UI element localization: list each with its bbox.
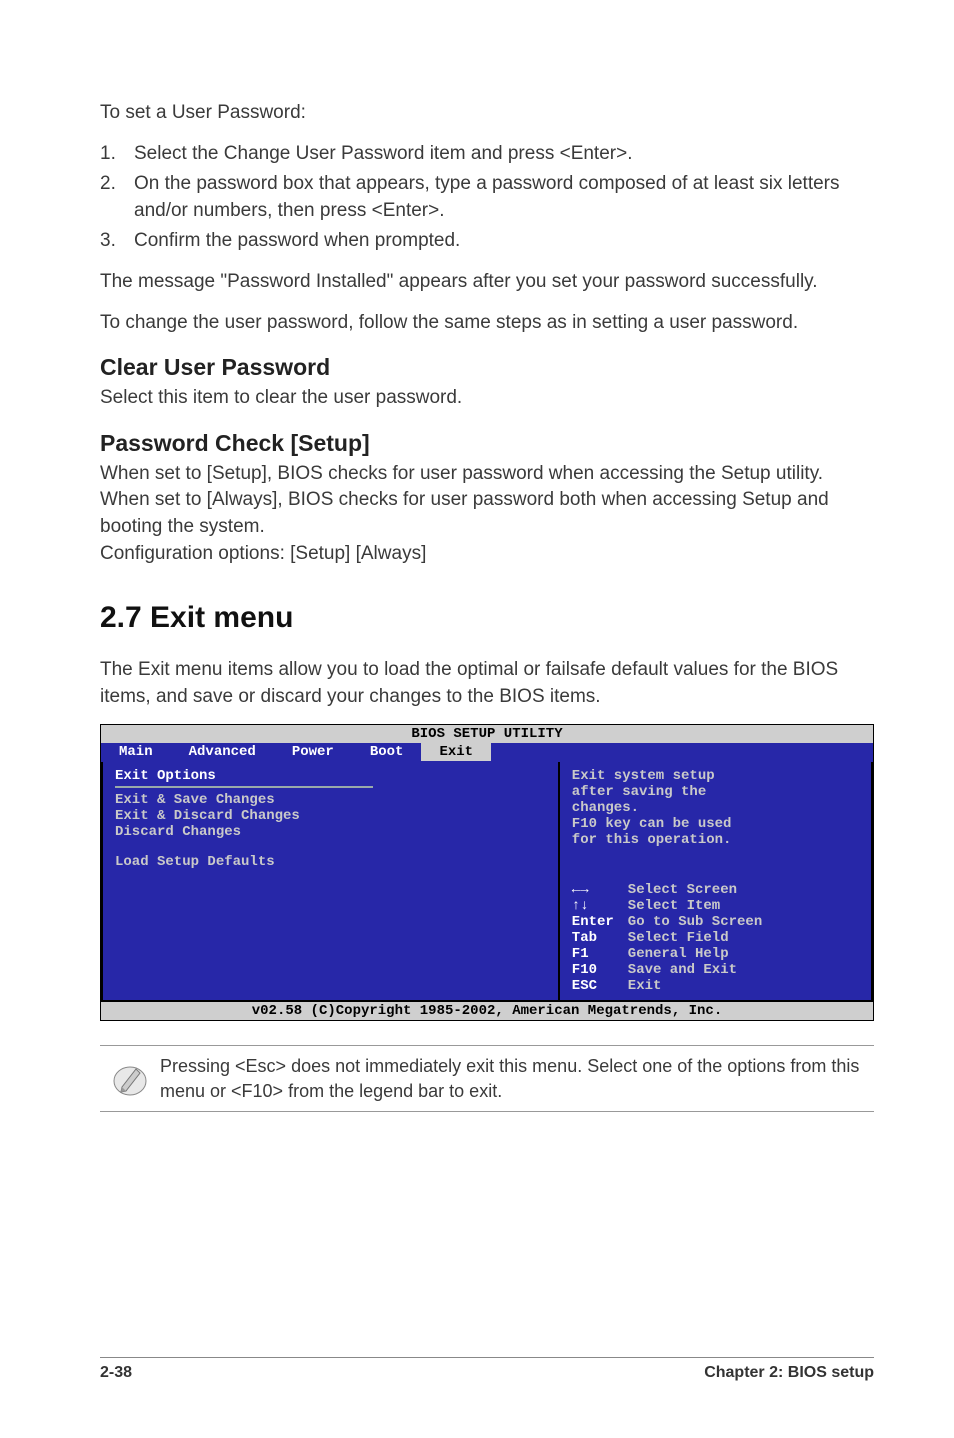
list-item: 3. Confirm the password when prompted. bbox=[100, 228, 874, 255]
bios-tab-main[interactable]: Main bbox=[101, 743, 171, 761]
steps-list: 1. Select the Change User Password item … bbox=[100, 141, 874, 255]
key-row: EnterGo to Sub Screen bbox=[572, 914, 859, 930]
bios-left-panel: Exit Options Exit & Save Changes Exit & … bbox=[101, 762, 560, 1002]
help-line: Exit system setup bbox=[572, 768, 859, 784]
page-footer: 2-38 Chapter 2: BIOS setup bbox=[100, 1357, 874, 1382]
key-row: ←→Select Screen bbox=[572, 882, 859, 898]
section-heading-clear: Clear User Password bbox=[100, 354, 874, 381]
key-name: Enter bbox=[572, 914, 628, 930]
bios-tab-power[interactable]: Power bbox=[274, 743, 352, 761]
key-name: Tab bbox=[572, 930, 628, 946]
bios-title: BIOS SETUP UTILITY bbox=[101, 725, 873, 743]
bios-setup-utility: BIOS SETUP UTILITY Main Advanced Power B… bbox=[100, 724, 874, 1021]
key-row: ESCExit bbox=[572, 978, 859, 994]
body-text: To change the user password, follow the … bbox=[100, 310, 874, 337]
key-action: Exit bbox=[628, 978, 859, 994]
exit-save-changes[interactable]: Exit & Save Changes bbox=[115, 792, 546, 808]
bios-help-text: Exit system setup after saving the chang… bbox=[572, 768, 859, 848]
list-number: 3. bbox=[100, 228, 134, 255]
list-text: Confirm the password when prompted. bbox=[134, 228, 874, 255]
chapter-label: Chapter 2: BIOS setup bbox=[704, 1364, 874, 1382]
bios-menu-bar: Main Advanced Power Boot Exit bbox=[101, 743, 873, 762]
bios-right-panel: Exit system setup after saving the chang… bbox=[560, 762, 873, 1002]
body-text: When set to [Setup], BIOS checks for use… bbox=[100, 461, 874, 541]
note-callout: Pressing <Esc> does not immediately exit… bbox=[100, 1045, 874, 1112]
list-number: 1. bbox=[100, 141, 134, 168]
key-action: Go to Sub Screen bbox=[628, 914, 859, 930]
list-item: 2. On the password box that appears, typ… bbox=[100, 171, 874, 224]
list-item: 1. Select the Change User Password item … bbox=[100, 141, 874, 168]
key-row: F1General Help bbox=[572, 946, 859, 962]
intro-text: To set a User Password: bbox=[100, 100, 874, 127]
pencil-icon bbox=[100, 1059, 160, 1099]
bios-tab-exit[interactable]: Exit bbox=[421, 743, 491, 761]
section-heading-exit-menu: 2.7 Exit menu bbox=[100, 601, 874, 635]
spacer bbox=[115, 840, 546, 854]
body-text: Configuration options: [Setup] [Always] bbox=[100, 541, 874, 568]
key-name: ←→ bbox=[572, 882, 628, 898]
key-row: TabSelect Field bbox=[572, 930, 859, 946]
page-number: 2-38 bbox=[100, 1364, 132, 1382]
bios-tab-advanced[interactable]: Advanced bbox=[171, 743, 274, 761]
load-setup-defaults[interactable]: Load Setup Defaults bbox=[115, 854, 546, 870]
exit-discard-changes[interactable]: Exit & Discard Changes bbox=[115, 808, 546, 824]
key-name: ESC bbox=[572, 978, 628, 994]
section-heading-password-check: Password Check [Setup] bbox=[100, 430, 874, 457]
list-text: Select the Change User Password item and… bbox=[134, 141, 874, 168]
key-action: Select Screen bbox=[628, 882, 859, 898]
key-action: Select Item bbox=[628, 898, 859, 914]
separator bbox=[115, 786, 373, 788]
note-text: Pressing <Esc> does not immediately exit… bbox=[160, 1054, 874, 1103]
help-line: for this operation. bbox=[572, 832, 859, 848]
exit-options-header: Exit Options bbox=[115, 768, 546, 784]
key-row: ↑↓Select Item bbox=[572, 898, 859, 914]
help-line: after saving the bbox=[572, 784, 859, 800]
list-number: 2. bbox=[100, 171, 134, 224]
bios-key-legend: ←→Select Screen ↑↓Select Item EnterGo to… bbox=[572, 882, 859, 994]
key-action: Save and Exit bbox=[628, 962, 859, 978]
key-action: Select Field bbox=[628, 930, 859, 946]
key-action: General Help bbox=[628, 946, 859, 962]
list-text: On the password box that appears, type a… bbox=[134, 171, 874, 224]
key-name: ↑↓ bbox=[572, 898, 628, 914]
discard-changes[interactable]: Discard Changes bbox=[115, 824, 546, 840]
body-text: The Exit menu items allow you to load th… bbox=[100, 657, 874, 710]
key-row: F10Save and Exit bbox=[572, 962, 859, 978]
help-line: changes. bbox=[572, 800, 859, 816]
body-text: Select this item to clear the user passw… bbox=[100, 385, 874, 412]
help-line: F10 key can be used bbox=[572, 816, 859, 832]
bios-copyright: v02.58 (C)Copyright 1985-2002, American … bbox=[101, 1002, 873, 1020]
key-name: F1 bbox=[572, 946, 628, 962]
key-name: F10 bbox=[572, 962, 628, 978]
body-text: The message "Password Installed" appears… bbox=[100, 269, 874, 296]
bios-tab-boot[interactable]: Boot bbox=[352, 743, 422, 761]
